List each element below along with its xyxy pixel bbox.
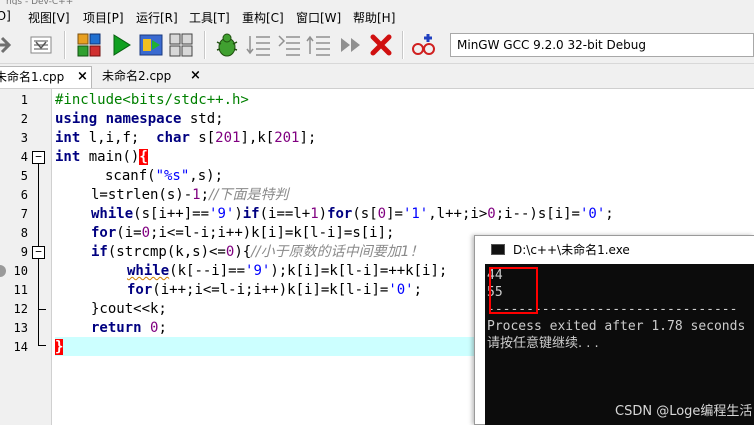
line-number: 8	[20, 226, 28, 240]
console-title: D:\c++\未命名1.exe	[513, 243, 630, 257]
line-number: 7	[20, 207, 28, 221]
step-into-icon[interactable]	[276, 32, 302, 58]
code-line-2: using namespace std;	[55, 111, 224, 127]
console-window[interactable]: D:\c++\未命名1.exe 44 55 ------------------…	[474, 235, 754, 425]
fold-toggle-if[interactable]: −	[32, 246, 45, 259]
tab-bar: 未命名1.cpp × 未命名2.cpp ×	[0, 64, 754, 88]
code-line-3: int l,i,f; char s[201],k[201];	[55, 130, 317, 146]
line-number: 11	[13, 283, 28, 297]
fold-end-marker	[38, 309, 46, 310]
line-number: 1	[20, 93, 28, 107]
process-status: Process exited after 1.78 seconds	[487, 319, 746, 334]
tab-label: 未命名1.cpp	[0, 70, 65, 84]
indent-icon[interactable]	[0, 32, 20, 58]
grid-view-icon[interactable]	[168, 32, 194, 58]
matched-brace: }	[55, 339, 64, 355]
console-app-icon	[491, 244, 505, 255]
line-number: 4	[20, 150, 28, 164]
line-number: 5	[20, 169, 28, 183]
profile-icon[interactable]	[410, 32, 436, 58]
code-line-9: if(strcmp(k,s)<=0){//小于原数的话中间要加1！	[91, 244, 424, 260]
window-title: ngs - Dev-C++	[6, 0, 74, 5]
code-line-8: for(i=0;i<=l-i;i++)k[i]=k[l-i]=s[i];	[91, 225, 395, 241]
line-number: 3	[20, 131, 28, 145]
run-icon[interactable]	[108, 32, 134, 58]
tab-close-icon[interactable]: ×	[190, 66, 201, 86]
code-line-12: }cout<<k;	[91, 301, 167, 317]
console-titlebar[interactable]: D:\c++\未命名1.exe	[475, 236, 754, 264]
code-line-6: l=strlen(s)-1;//下面是特判	[91, 187, 289, 203]
tab-untitled1[interactable]: 未命名1.cpp ×	[0, 66, 92, 88]
new-project-icon[interactable]	[76, 32, 102, 58]
tab-close-icon[interactable]: ×	[77, 67, 88, 87]
code-line-13: return 0;	[91, 320, 167, 336]
line-number: 2	[20, 112, 28, 126]
compile-run-icon[interactable]	[138, 32, 164, 58]
menu-bar: ngs - Dev-C++ [O] 视图[V] 项目[P] 运行[R] 工具[T…	[0, 0, 754, 26]
line-number: 12	[13, 302, 28, 316]
line-number: 13	[13, 321, 28, 335]
fold-end-marker	[38, 345, 46, 346]
menu-item-view[interactable]: 视图[V]	[28, 9, 70, 26]
menu-item-window[interactable]: 窗口[W]	[296, 9, 341, 26]
menu-item-partial[interactable]: [O]	[0, 9, 11, 23]
matched-brace: {	[139, 149, 148, 165]
menu-item-run[interactable]: 运行[R]	[136, 9, 178, 26]
code-line-14: }	[55, 338, 64, 357]
code-line-11: for(i++;i<=l-i;i++)k[i]=k[l-i]='0';	[127, 282, 423, 298]
line-number: 6	[20, 188, 28, 202]
tab-label: 未命名2.cpp	[102, 69, 172, 83]
code-line-5: scanf("%s",s);	[105, 168, 224, 184]
press-any-key-prompt: 请按任意键继续. . .	[487, 336, 599, 351]
menu-item-help[interactable]: 帮助[H]	[353, 9, 395, 26]
line-number: 9	[20, 245, 28, 259]
output-highlight-box	[489, 267, 538, 314]
continue-icon[interactable]	[338, 32, 364, 58]
toggle-breakpoint-icon[interactable]	[246, 32, 272, 58]
menu-item-project[interactable]: 项目[P]	[83, 9, 124, 26]
step-out-icon[interactable]	[306, 32, 332, 58]
tab-untitled2[interactable]: 未命名2.cpp ×	[102, 66, 212, 88]
watermark: CSDN @Loge编程生活	[615, 404, 753, 419]
console-output[interactable]: 44 55 -------------------------------- P…	[485, 264, 754, 425]
compiler-select[interactable]: MinGW GCC 9.2.0 32-bit Debug	[450, 33, 754, 57]
code-line-10: while(k[--i]=='9');k[i]=k[l-i]=++k[i];	[127, 263, 448, 279]
code-line-7: while(s[i++]=='9')if(i==l+1)for(s[0]='1'…	[91, 206, 614, 222]
line-gutter: 1 2 3 4 5 6 7 8 9 10 11 12 13 14 − −	[0, 89, 52, 425]
stop-icon[interactable]	[368, 32, 394, 58]
code-line-1: #include<bits/stdc++.h>	[55, 92, 249, 108]
snippet-icon[interactable]	[28, 32, 54, 58]
toolbar: MinGW GCC 9.2.0 32-bit Debug	[0, 26, 754, 64]
code-line-4: int main(){	[55, 149, 148, 165]
fold-toggle-main[interactable]: −	[32, 151, 45, 164]
menu-item-refactor[interactable]: 重构[C]	[242, 9, 284, 26]
line-number: 14	[13, 340, 28, 354]
menu-item-tools[interactable]: 工具[T]	[189, 9, 230, 26]
debug-icon[interactable]	[214, 32, 240, 58]
